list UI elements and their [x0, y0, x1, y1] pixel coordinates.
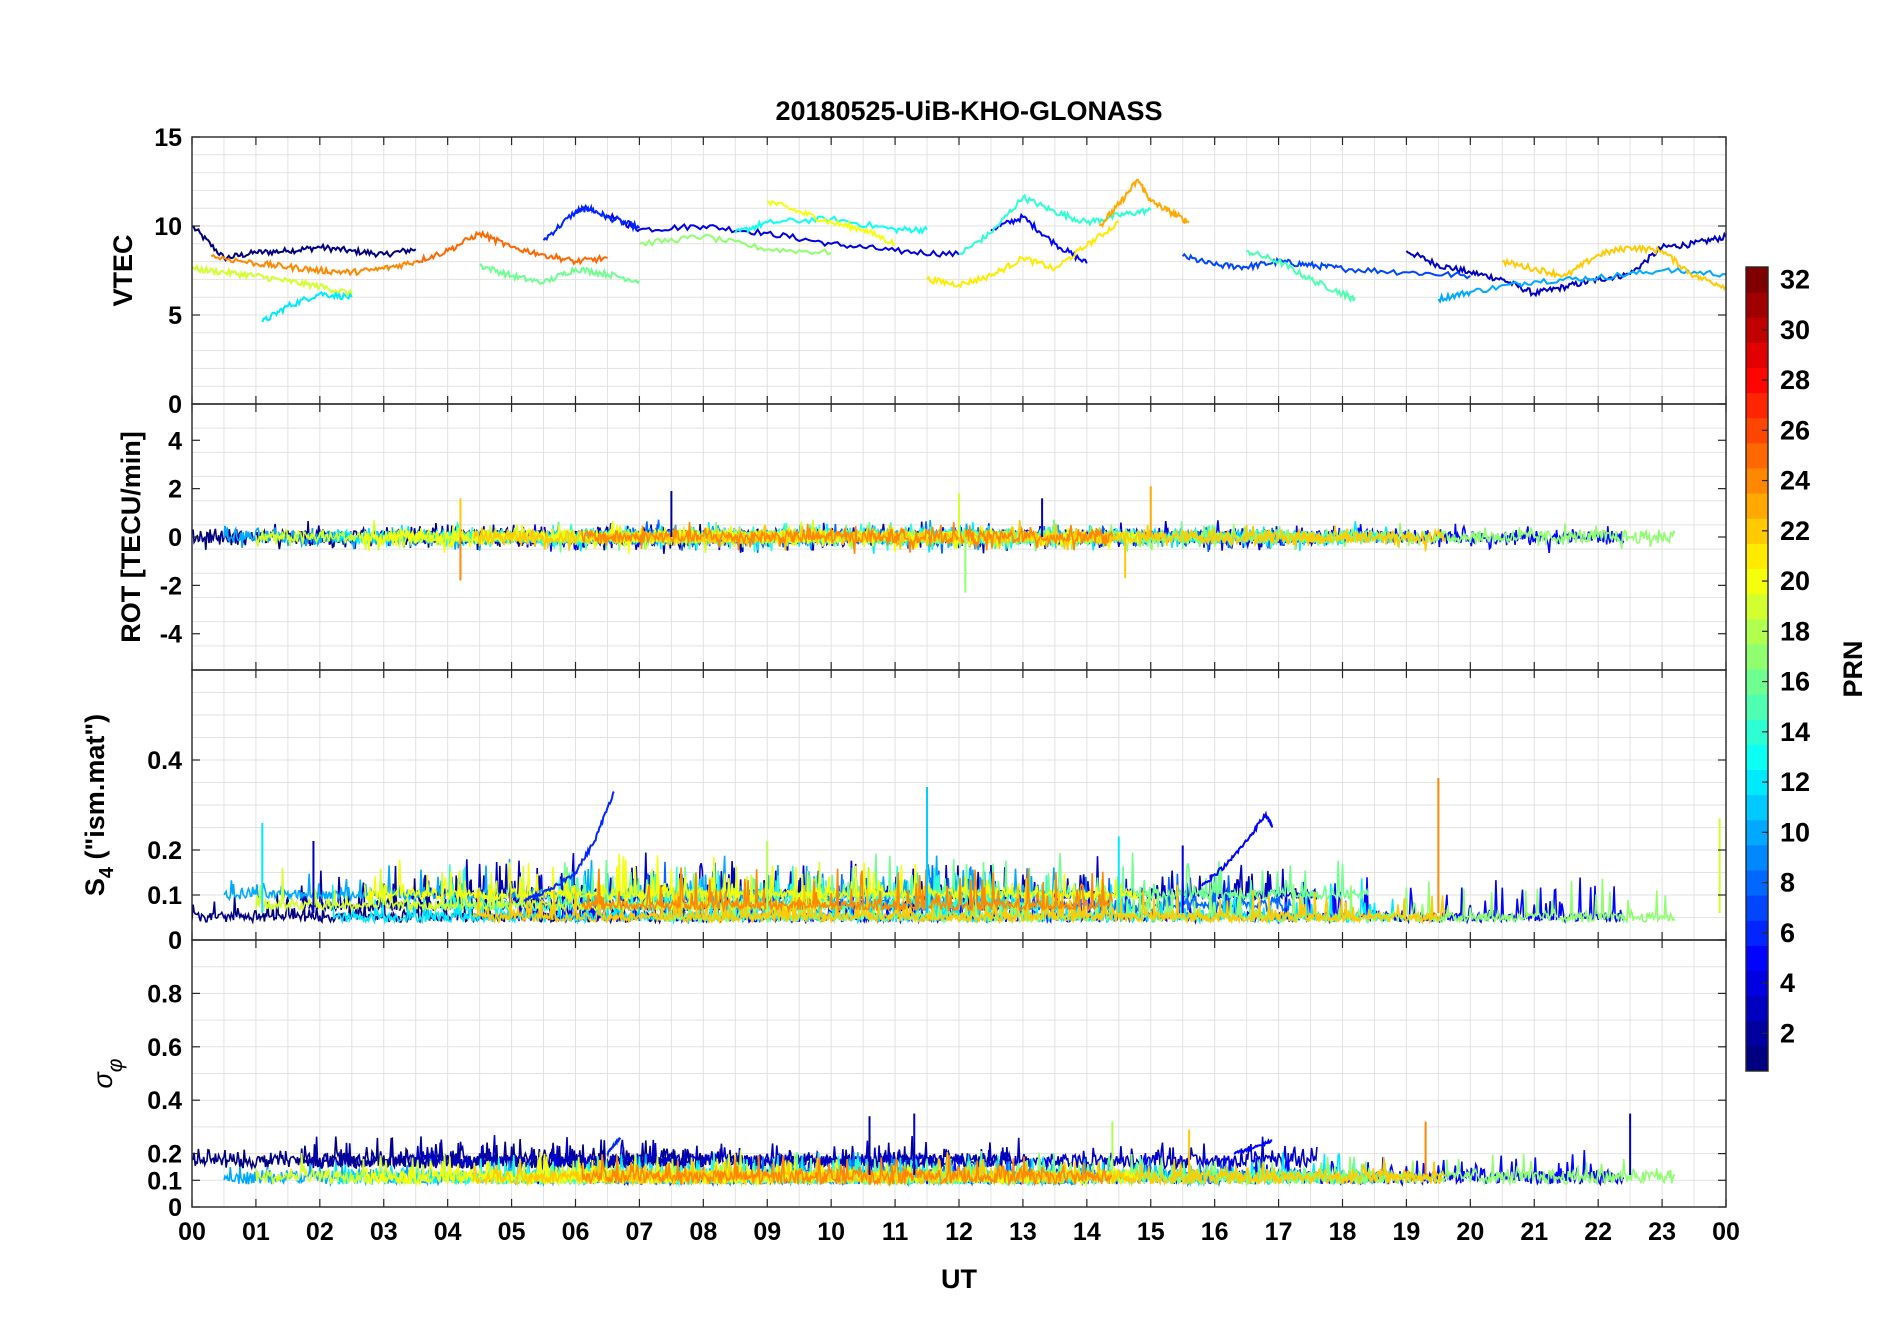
y-tick-label: 0.4 — [147, 1087, 182, 1115]
x-tick-label: 05 — [498, 1218, 526, 1246]
panel-vtec: 0 5 10 15 VTEC — [108, 124, 1727, 419]
colorbar-tick-label: 10 — [1780, 817, 1810, 847]
panel-sigma-data — [192, 1113, 1676, 1188]
x-tick-label: 17 — [1265, 1218, 1293, 1246]
series-line-prn-16 — [479, 263, 641, 286]
x-tick-label: 08 — [689, 1218, 717, 1246]
x-tick-label: 06 — [562, 1218, 590, 1246]
series-line-prn-7 — [1181, 252, 1471, 280]
x-tick-label: 07 — [626, 1218, 654, 1246]
x-tick-label: 12 — [945, 1218, 973, 1246]
x-tick-label: 18 — [1329, 1218, 1357, 1246]
x-tick-label: 02 — [306, 1218, 334, 1246]
y-tick-label: 5 — [168, 302, 182, 330]
y-tick-label: 4 — [168, 427, 182, 455]
colorbar-cell — [1746, 744, 1768, 770]
panels: 051015VTEC-4-2024ROT [TECU/min]00.10.20.… — [80, 124, 1740, 1246]
y-axis-label: ROT [TECU/min] — [116, 431, 146, 642]
panel-sigma: 00.10.20.40.60.8σφ00 01 02 03 04 05 06 07 08 09 10… — [88, 939, 1740, 1246]
y-tick-label: 0.8 — [147, 980, 182, 1008]
y-tick-label: -2 — [160, 572, 182, 600]
x-tick-label: 15 — [1137, 1218, 1165, 1246]
colorbar-cell — [1746, 1045, 1768, 1072]
colorbar-cell — [1746, 945, 1768, 971]
y-tick-label: 0 — [168, 524, 182, 552]
colorbar-cell — [1746, 643, 1768, 670]
panel-rot-data — [192, 486, 1676, 593]
y-tick-label: 0.4 — [147, 747, 182, 775]
colorbar-tick-label: 8 — [1780, 868, 1795, 898]
x-tick-label: 09 — [753, 1218, 781, 1246]
series-line-prn-5 — [1233, 1137, 1273, 1155]
x-tick-label: 21 — [1520, 1218, 1548, 1246]
colorbar: 2468101214161820222426283032PRN — [1745, 265, 1868, 1072]
colorbar-cell — [1746, 895, 1768, 921]
colorbar-tick-label: 26 — [1780, 415, 1810, 445]
colorbar-cell — [1746, 794, 1768, 821]
colorbar-label: PRN — [1838, 640, 1868, 697]
x-tick-label: 16 — [1201, 1218, 1229, 1246]
colorbar-tick-label: 32 — [1780, 265, 1810, 295]
colorbar-tick-label: 20 — [1780, 566, 1810, 596]
series-line-prn-1 — [192, 225, 417, 262]
colorbar-cell — [1746, 493, 1768, 519]
series-line-prn-6 — [542, 203, 641, 242]
x-tick-label: 11 — [882, 1218, 909, 1246]
colorbar-cell — [1746, 292, 1768, 318]
colorbar-tick-label: 14 — [1780, 717, 1810, 747]
y-tick-label: 0.2 — [147, 837, 182, 865]
y-tick-label: 0 — [168, 927, 182, 955]
y-tick-label: 0.1 — [147, 882, 182, 910]
panel-rot: -4 -2 0 2 4 ROT [TECU/min] — [116, 403, 1727, 671]
colorbar-tick-label: 22 — [1780, 516, 1810, 546]
series-line-prn-15 — [1246, 249, 1356, 304]
y-axis-label: σφ — [88, 1058, 127, 1088]
x-tick-label: 00 — [178, 1218, 206, 1246]
x-tick-label: 03 — [370, 1218, 398, 1246]
y-tick-label: 15 — [154, 124, 182, 152]
colorbar-tick-label: 12 — [1780, 767, 1810, 797]
x-tick-label: 00 — [1712, 1218, 1740, 1246]
colorbar-cell — [1746, 593, 1768, 620]
series-line-prn-6 — [606, 1137, 622, 1159]
y-tick-label: 0.2 — [147, 1141, 182, 1169]
colorbar-tick-label: 24 — [1780, 466, 1810, 496]
x-tick-label: 23 — [1648, 1218, 1676, 1246]
y-axis-label: VTEC — [108, 234, 138, 306]
y-tick-label: 10 — [154, 213, 182, 241]
colorbar-tick-label: 28 — [1780, 365, 1810, 395]
colorbar-tick-label: 16 — [1780, 667, 1810, 697]
y-tick-label: -4 — [160, 621, 182, 649]
x-tick-label: 19 — [1393, 1218, 1421, 1246]
colorbar-tick-label: 6 — [1780, 918, 1795, 948]
x-tick-label: 04 — [434, 1218, 462, 1246]
x-axis-label: UT — [941, 1264, 977, 1294]
colorbar-cell — [1746, 342, 1768, 368]
x-tick-label: 01 — [242, 1218, 270, 1246]
y-tick-label: 0.6 — [147, 1034, 182, 1062]
colorbar-cell — [1746, 543, 1768, 569]
colorbar-tick-label: 30 — [1780, 315, 1810, 345]
x-tick-label: 20 — [1456, 1218, 1484, 1246]
chart-title: 20180525-UiB-KHO-GLONASS — [775, 96, 1162, 126]
x-tick-label: 13 — [1009, 1218, 1037, 1246]
x-tick-label: 14 — [1073, 1218, 1101, 1246]
y-tick-label: 2 — [168, 476, 182, 504]
panel-s4: 0 0.1 0.2 0.4 S4 ("ism.mat") — [80, 669, 1727, 955]
x-tick-label: 10 — [817, 1218, 845, 1246]
chart-figure: 20180525-UiB-KHO-GLONASS 051015VTEC-4-20… — [80, 96, 1868, 1294]
colorbar-cell — [1746, 694, 1768, 720]
colorbar-cell — [1746, 995, 1768, 1022]
colorbar-cell — [1746, 844, 1768, 871]
y-tick-label: 0.1 — [147, 1167, 182, 1195]
y-axis-label: S4 ("ism.mat") — [80, 714, 118, 896]
x-tick-label: 22 — [1584, 1218, 1612, 1246]
series-line-prn-22 — [1501, 243, 1726, 292]
colorbar-tick-label: 4 — [1780, 968, 1795, 998]
colorbar-tick-label: 2 — [1780, 1018, 1795, 1048]
colorbar-tick-label: 18 — [1780, 616, 1810, 646]
y-tick-label: 0 — [168, 391, 182, 419]
colorbar-cell — [1746, 442, 1768, 469]
colorbar-cell — [1746, 392, 1768, 419]
